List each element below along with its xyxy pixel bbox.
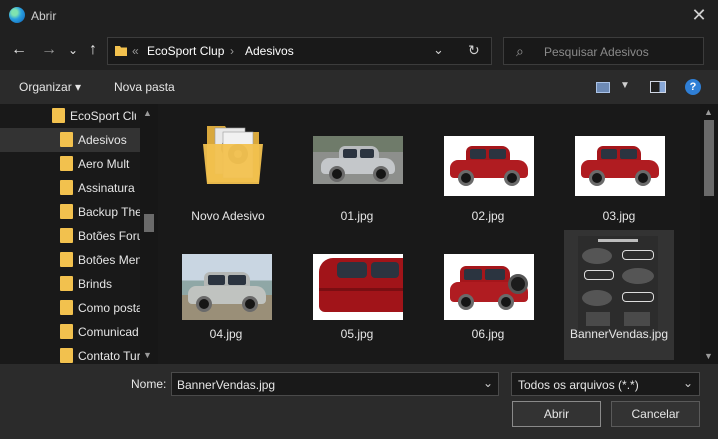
open-button[interactable]: Abrir [512, 401, 601, 427]
scroll-down-icon[interactable]: ▼ [143, 350, 152, 360]
sidebar-item-brinds[interactable]: Brinds [0, 272, 140, 296]
refresh-icon[interactable]: ↻ [468, 42, 480, 59]
navigation-bar: ← → ⌄ ↑ « EcoSport Clup › Adesivos ⌄ ↻ ⌕… [0, 32, 718, 70]
file-name: 05.jpg [340, 327, 374, 341]
file-name: BannerVendas.jpg [569, 327, 669, 341]
forward-button[interactable]: → [38, 39, 60, 61]
folder-icon [60, 204, 73, 219]
file-item-01[interactable]: 01.jpg [302, 112, 412, 232]
up-button[interactable]: ↑ [82, 39, 104, 61]
silver-car-thumbnail [313, 136, 403, 184]
file-name: 03.jpg [602, 209, 636, 223]
organize-button[interactable]: Organizar ▾ [19, 80, 81, 94]
search-box[interactable]: ⌕ Pesquisar Adesivos [503, 37, 704, 65]
silver-car-beach-thumbnail [182, 254, 272, 320]
scroll-up-icon[interactable]: ▲ [704, 107, 713, 117]
file-item-05[interactable]: 05.jpg [302, 230, 412, 350]
folder-icon [60, 324, 73, 339]
folder-icon [60, 252, 73, 267]
scroll-down-icon[interactable]: ▼ [704, 351, 713, 361]
sidebar-item-contato-tur[interactable]: Contato Tur [0, 344, 141, 364]
search-icon: ⌕ [516, 43, 524, 59]
folder-icon [60, 300, 73, 315]
sidebar-item-adesivos[interactable]: Adesivos [0, 128, 140, 152]
navigation-pane: EcoSport Clup Adesivos Aero Mult Assinat… [0, 104, 158, 364]
file-list-scrollbar[interactable]: ▲ ▼ [700, 104, 718, 364]
file-item-novo-adesivo[interactable]: Novo Adesivo [173, 112, 283, 232]
cancel-button[interactable]: Cancelar [611, 401, 700, 427]
search-input[interactable]: Pesquisar Adesivos [544, 45, 649, 59]
chevron-down-icon[interactable]: ⌄ [483, 376, 493, 390]
red-car-closeup-thumbnail [313, 254, 403, 320]
folder-icon [60, 156, 73, 171]
sidebar-item-como-posta[interactable]: Como posta [0, 296, 143, 320]
file-name-value[interactable]: BannerVendas.jpg [177, 378, 275, 392]
file-item-03[interactable]: 03.jpg [564, 112, 674, 232]
sidebar-item-botoes-men[interactable]: Botões Men [0, 248, 142, 272]
sidebar-item-backup[interactable]: Backup The [0, 200, 142, 224]
new-folder-button[interactable]: Nova pasta [114, 80, 175, 94]
sidebar-item-comunicad[interactable]: Comunicad [0, 320, 140, 344]
preview-pane-icon[interactable] [650, 81, 666, 93]
file-item-04[interactable]: 04.jpg [171, 230, 281, 350]
breadcrumb-separator: › [230, 44, 234, 58]
file-list: Novo Adesivo 01.jpg 02.jpg 03.jpg 04.jpg… [158, 104, 700, 364]
folder-icon [60, 180, 73, 195]
sidebar-item-ecosport-clup[interactable]: EcoSport Clup [0, 104, 140, 128]
folder-icon [52, 108, 65, 123]
sidebar-item-botoes-foru[interactable]: Botões Foru [0, 224, 143, 248]
folder-icon [60, 132, 73, 147]
sidebar-item-aero-mult[interactable]: Aero Mult [0, 152, 140, 176]
file-name-field[interactable]: BannerVendas.jpg ⌄ [171, 372, 499, 396]
red-car-rear-thumbnail [444, 254, 534, 320]
view-options-dropdown-icon[interactable]: ▼ [620, 80, 630, 91]
breadcrumb-overflow[interactable]: « [132, 44, 139, 58]
address-dropdown-icon[interactable]: ⌄ [433, 42, 444, 58]
file-name: 04.jpg [209, 327, 243, 341]
edge-icon [9, 7, 25, 23]
file-type-select[interactable]: Todos os arquivos (*.*) ⌄ [511, 372, 700, 396]
address-bar[interactable]: « EcoSport Clup › Adesivos ⌄ ↻ [107, 37, 492, 65]
window-title: Abrir [31, 9, 57, 23]
folder-icon [115, 46, 127, 56]
folder-icon [60, 348, 73, 363]
chevron-down-icon[interactable]: ⌄ [683, 376, 693, 390]
sidebar-item-assinatura[interactable]: Assinatura [0, 176, 140, 200]
file-item-06[interactable]: 06.jpg [433, 230, 543, 350]
file-name: Novo Adesivo [191, 209, 265, 223]
title-bar: Abrir ✕ [0, 0, 718, 32]
folder-icon [60, 228, 73, 243]
sidebar-scroll-thumb[interactable] [144, 214, 154, 232]
scroll-up-icon[interactable]: ▲ [143, 108, 152, 118]
file-item-bannervendas[interactable]: BannerVendas.jpg [564, 230, 674, 360]
recent-locations-button[interactable]: ⌄ [62, 39, 84, 61]
breadcrumb-ecosport-clup[interactable]: EcoSport Clup [147, 44, 224, 58]
red-car-thumbnail [444, 136, 534, 196]
file-name: 01.jpg [340, 209, 374, 223]
command-bar: Organizar ▾ Nova pasta [0, 70, 718, 104]
close-button[interactable]: ✕ [688, 4, 710, 26]
back-button[interactable]: ← [8, 39, 30, 61]
file-name: 02.jpg [471, 209, 505, 223]
change-view-icon[interactable] [596, 82, 610, 93]
breadcrumb-adesivos[interactable]: Adesivos [245, 44, 294, 58]
help-icon[interactable]: ? [685, 79, 701, 95]
folder-icon [203, 126, 263, 184]
file-type-value: Todos os arquivos (*.*) [518, 378, 639, 392]
folder-icon [60, 276, 73, 291]
file-list-scroll-thumb[interactable] [704, 120, 714, 196]
sidebar-scrollbar[interactable]: ▲ ▼ [140, 104, 158, 364]
file-name-label: Nome: [131, 377, 167, 391]
file-name: 06.jpg [471, 327, 505, 341]
file-item-02[interactable]: 02.jpg [433, 112, 543, 232]
banner-thumbnail [578, 236, 658, 330]
red-car-thumbnail [575, 136, 665, 196]
